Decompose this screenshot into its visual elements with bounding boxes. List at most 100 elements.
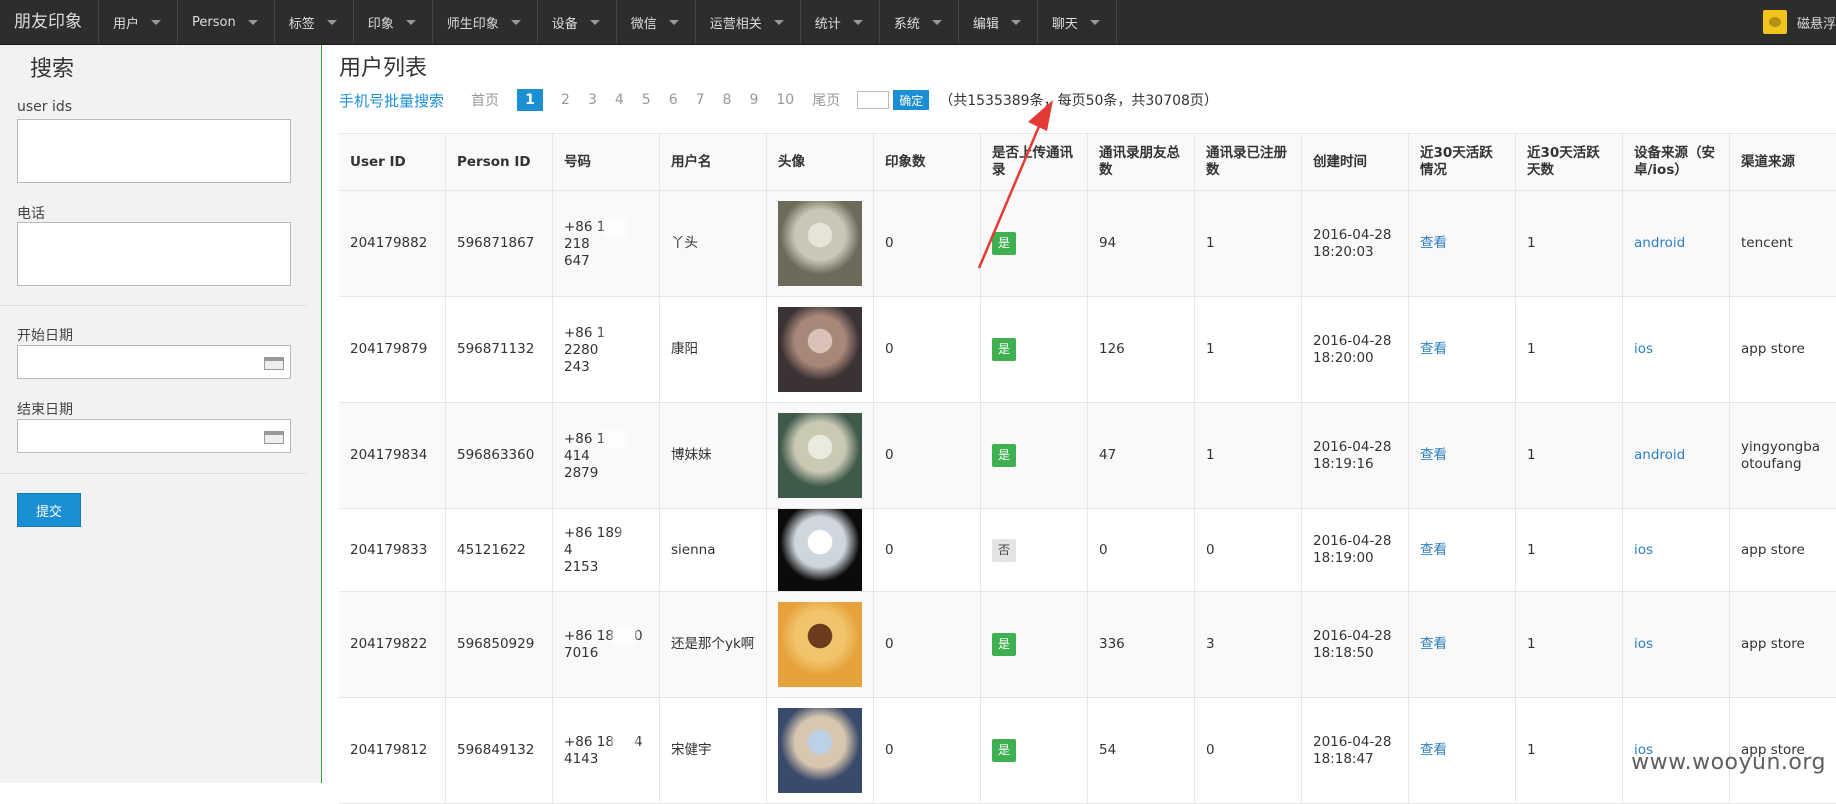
header-cell: 设备来源（安卓/ios） [1623,134,1730,190]
person-id-cell: 596850929 [446,592,553,697]
page-link-1[interactable]: 1 [517,89,544,111]
menu-item-operations[interactable]: 运营相关 [694,0,800,44]
uploaded-cell: 是 [981,698,1088,803]
menu-item-wechat[interactable]: 微信 [615,0,695,44]
submit-button[interactable]: 提交 [17,493,81,527]
page-link-7[interactable]: 7 [696,92,705,108]
device-link[interactable]: ios [1634,636,1653,653]
friends-total-cell: 94 [1088,191,1195,296]
sidebar-title: 搜索 [30,57,75,82]
table-row: 204179822 596850929 +86 18 0 7016 还是那个yk啊 0 是 33… [339,592,1836,698]
view-activity-link[interactable]: 查看 [1420,447,1447,464]
user-avatar-image[interactable] [778,509,862,591]
view-activity-link[interactable]: 查看 [1420,636,1447,653]
menu-item-chat[interactable]: 聊天 [1036,0,1117,44]
view-activity-link[interactable]: 查看 [1420,742,1447,759]
page-link-6[interactable]: 6 [669,92,678,108]
avatar-cell [767,297,874,402]
menu-label: 统计 [814,16,841,32]
menu-item-users[interactable]: 用户 [98,0,177,44]
menu-item-stats[interactable]: 统计 [799,0,879,44]
chevron-down-icon [852,19,863,25]
menu-item-devices[interactable]: 设备 [536,0,616,44]
start-date-field[interactable] [17,345,291,379]
channel-cell: tencent [1730,191,1836,296]
phone-prefix: +86 1 [564,324,606,341]
redacted-mask [620,524,645,542]
activity-cell: 查看 [1409,698,1516,803]
username-cell: sienna [660,509,767,591]
menu-label: 系统 [893,16,920,32]
uploaded-cell: 是 [981,297,1088,402]
view-activity-link[interactable]: 查看 [1420,341,1447,358]
menu-item-system[interactable]: 系统 [878,0,958,44]
calendar-icon[interactable] [264,431,284,444]
created-time-cell: 2016-04-28 18:19:00 [1302,509,1409,591]
user-avatar-image[interactable] [778,307,862,392]
user-avatar-image[interactable] [778,201,862,286]
page-link-5[interactable]: 5 [642,92,651,108]
menu-item-edit[interactable]: 编辑 [957,0,1037,44]
user-id-cell: 204179882 [339,191,446,296]
brand-title[interactable]: 朋友印象 [14,0,82,44]
device-link[interactable]: ios [1634,341,1653,358]
channel-text: app store [1741,636,1805,652]
device-link[interactable]: android [1634,235,1685,252]
user-id-cell: 204179822 [339,592,446,697]
divider [0,305,306,306]
phone-cell: +86 18 4 4143 [553,698,660,803]
chevron-down-icon [589,19,600,25]
menu-item-tags[interactable]: 标签 [273,0,353,44]
phone-field[interactable] [17,222,291,286]
active-days-cell: 1 [1516,698,1623,803]
avatar-cell [767,698,874,803]
phone-cell: +86 1894 2153 [553,509,660,591]
phone-cell: +86 18 0 7016 [553,592,660,697]
device-link[interactable]: android [1634,447,1685,464]
page-link-8[interactable]: 8 [723,92,732,108]
menu-label: Person [192,14,236,30]
created-time-cell: 2016-04-28 18:20:03 [1302,191,1409,296]
redacted-mask [611,733,636,751]
go-button[interactable]: 确定 [893,90,930,110]
calendar-icon[interactable] [264,357,284,370]
username-cell: 康阳 [660,297,767,402]
last-page-link[interactable]: 尾页 [812,90,840,110]
menu-item-impressions[interactable]: 印象 [352,0,432,44]
page-link-2[interactable]: 2 [561,92,570,108]
person-id-cell: 596863360 [446,403,553,508]
created-time-cell: 2016-04-28 18:19:16 [1302,403,1409,508]
user-avatar-image[interactable] [778,602,862,687]
page-link-3[interactable]: 3 [588,92,597,108]
page-title: 用户列表 [339,56,428,81]
menu-label: 运营相关 [709,16,762,32]
page-link-10[interactable]: 10 [776,92,794,108]
user-avatar-image[interactable] [778,413,862,498]
table-row: 204179834 596863360 +86 1414 2879 博妹妹 0 是 47 1 20… [339,403,1836,509]
end-date-field[interactable] [17,419,291,453]
menu-label: 师生印象 [446,16,499,32]
view-activity-link[interactable]: 查看 [1420,235,1447,252]
person-id-cell: 596871867 [446,191,553,296]
header-cell: 头像 [767,134,874,190]
phone-suffix: 2153 [564,559,599,575]
header-cell: 渠道来源 [1741,153,1795,170]
phone-text: +86 18 0 7016 [564,627,643,662]
page-number-input[interactable] [857,91,890,109]
header-cell: Person ID [446,134,553,190]
menu-item-person[interactable]: Person [177,0,274,44]
chevron-down-icon [326,19,337,25]
phone-suffix: 647 [564,252,590,269]
batch-phone-search-link[interactable]: 手机号批量搜索 [339,90,444,111]
username-cell: 还是那个yk啊 [660,592,767,697]
user-avatar-image[interactable] [778,708,862,793]
view-activity-link[interactable]: 查看 [1420,542,1447,559]
device-link[interactable]: ios [1634,542,1653,559]
first-page-link[interactable]: 首页 [471,90,499,110]
user-ids-field[interactable] [17,119,291,183]
page-link-9[interactable]: 9 [749,92,758,108]
page-link-4[interactable]: 4 [615,92,624,108]
user-menu[interactable]: 磁悬浮 [1762,0,1836,44]
person-id-cell: 596849132 [446,698,553,803]
menu-item-teacher-student[interactable]: 师生印象 [431,0,537,44]
